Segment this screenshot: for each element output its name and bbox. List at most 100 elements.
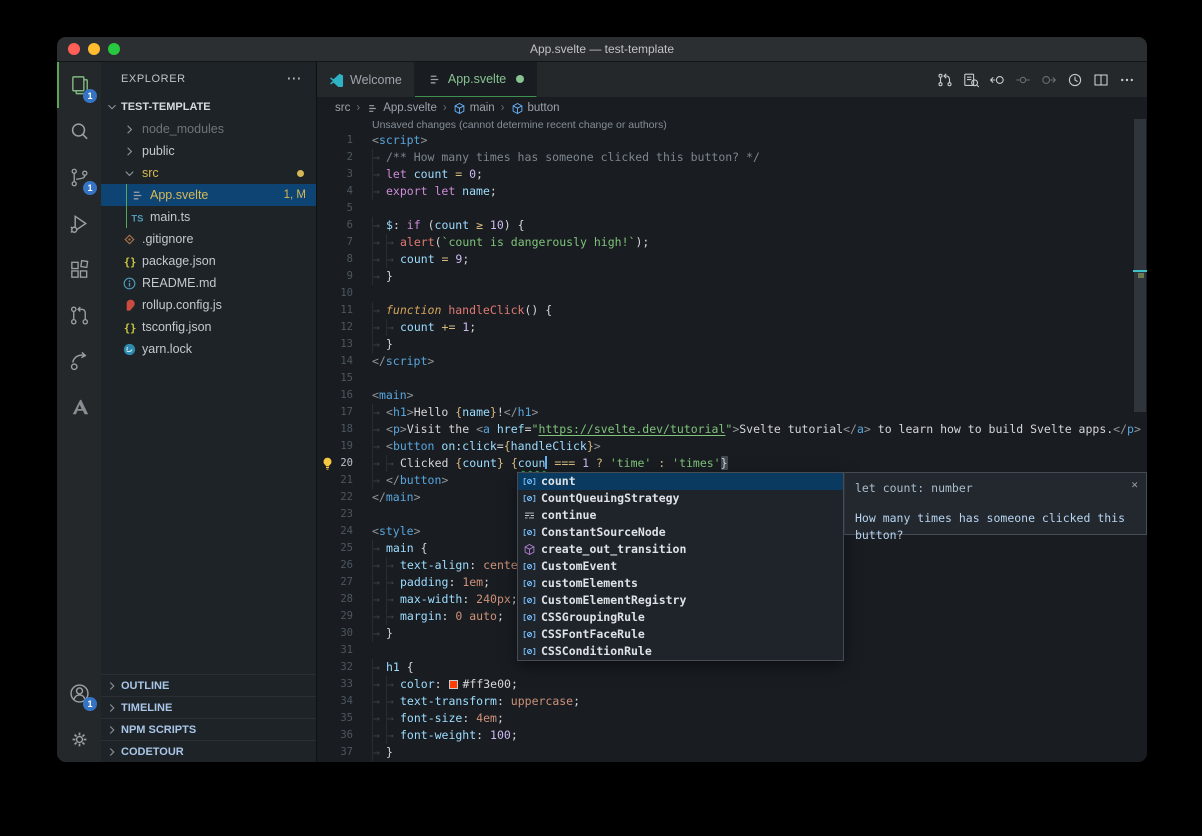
file-tree: node_modulespublicsrcApp.svelte1, MTSmai… xyxy=(101,118,316,360)
tree-item-.gitignore[interactable]: .gitignore xyxy=(101,228,316,250)
breadcrumb-item-src[interactable]: src xyxy=(335,102,350,114)
sidebar-section-timeline[interactable]: TIMELINE xyxy=(101,696,316,718)
more-actions-action[interactable] xyxy=(1119,72,1135,88)
tree-item-rollup.config.js[interactable]: rollup.config.js xyxy=(101,294,316,316)
activity-bar-item-search[interactable] xyxy=(57,108,101,154)
current-position-action[interactable] xyxy=(1015,72,1031,88)
minimize-window-button[interactable] xyxy=(88,43,100,55)
suggestion-item-continue[interactable]: continue xyxy=(518,507,843,524)
codelens-annotation[interactable]: Unsaved changes (cannot determine recent… xyxy=(317,119,1147,132)
code-token: < xyxy=(372,133,379,147)
section-label: OUTLINE xyxy=(121,680,169,692)
code-line[interactable]: 17→<h1>Hello {name}!</h1> xyxy=(317,404,1147,421)
code-line[interactable]: 3→let count = 0; xyxy=(317,166,1147,183)
sidebar-section-npm-scripts[interactable]: NPM SCRIPTS xyxy=(101,718,316,740)
code-line[interactable]: 32→h1 { xyxy=(317,659,1147,676)
editor-scrollbar[interactable] xyxy=(1133,119,1147,762)
code-line[interactable]: 9→} xyxy=(317,268,1147,285)
tree-item-App.svelte[interactable]: App.svelte1, M xyxy=(101,184,316,206)
navigate-back-action[interactable] xyxy=(989,72,1005,88)
suggestion-item-CustomEvent[interactable]: CustomEvent xyxy=(518,558,843,575)
indent-marker: → xyxy=(372,421,386,438)
suggestion-item-CSSConditionRule[interactable]: CSSConditionRule xyxy=(518,643,843,660)
code-line[interactable]: 8→→count = 9; xyxy=(317,251,1147,268)
suggestion-item-CSSFontFaceRule[interactable]: CSSFontFaceRule xyxy=(518,626,843,643)
quick-fix-lightbulb-icon[interactable] xyxy=(320,456,335,471)
tree-item-src[interactable]: src xyxy=(101,162,316,184)
activity-bar-item-azure[interactable] xyxy=(57,384,101,430)
activity-bar-item-explorer[interactable]: 1 xyxy=(57,62,101,108)
suggestion-item-create_out_transition[interactable]: create_out_transition xyxy=(518,541,843,558)
code-line[interactable]: 16<main> xyxy=(317,387,1147,404)
compare-changes-action[interactable] xyxy=(937,72,953,88)
breadcrumb-item-main[interactable]: main xyxy=(453,102,495,115)
activity-bar-item-accounts[interactable]: 1 xyxy=(57,670,101,716)
tree-item-main.ts[interactable]: TSmain.ts xyxy=(101,206,316,228)
tree-item-node_modules[interactable]: node_modules xyxy=(101,118,316,140)
code-line[interactable]: 15 xyxy=(317,370,1147,387)
tree-item-yarn.lock[interactable]: yarn.lock xyxy=(101,338,316,360)
code-line[interactable]: 2→/** How many times has someone clicked… xyxy=(317,149,1147,166)
activity-bar-item-extensions[interactable] xyxy=(57,246,101,292)
activity-bar: 1 1 1 xyxy=(57,62,101,762)
code-line[interactable]: 1<script> xyxy=(317,132,1147,149)
code-line[interactable]: 36→→font-weight: 100; xyxy=(317,727,1147,744)
line-content: →/** How many times has someone clicked … xyxy=(353,149,760,166)
code-line[interactable]: 12→→count += 1; xyxy=(317,319,1147,336)
open-preview-action[interactable] xyxy=(963,72,979,88)
run-timings-action[interactable] xyxy=(1067,72,1083,88)
activity-bar-item-run-debug[interactable] xyxy=(57,200,101,246)
suggestion-item-CustomElementRegistry[interactable]: CustomElementRegistry xyxy=(518,592,843,609)
suggestion-item-customElements[interactable]: customElements xyxy=(518,575,843,592)
suggestion-item-CountQueuingStrategy[interactable]: CountQueuingStrategy xyxy=(518,490,843,507)
activity-bar-item-github-pull-requests[interactable] xyxy=(57,292,101,338)
code-line[interactable]: 13→} xyxy=(317,336,1147,353)
code-line[interactable]: 33→→color: #ff3e00; xyxy=(317,676,1147,693)
folder-section-header[interactable]: TEST-TEMPLATE xyxy=(101,96,316,118)
breadcrumb-item-App.svelte[interactable]: App.svelte xyxy=(366,102,437,115)
tree-item-README.md[interactable]: README.md xyxy=(101,272,316,294)
line-number: 13 xyxy=(317,336,353,353)
code-line[interactable]: 20→→Clicked {count} {coun === 1 ? 'time'… xyxy=(317,455,1147,472)
tree-item-tsconfig.json[interactable]: {}tsconfig.json xyxy=(101,316,316,338)
sidebar-more-actions-button[interactable]: ⋯ xyxy=(286,74,302,84)
activity-bar-item-live-share[interactable] xyxy=(57,338,101,384)
scrollbar-slider[interactable] xyxy=(1134,119,1146,412)
code-line[interactable]: 19→<button on:click={handleClick}> xyxy=(317,438,1147,455)
code-line[interactable]: 7→→alert(`count is dangerously high!`); xyxy=(317,234,1147,251)
activity-bar-item-source-control[interactable]: 1 xyxy=(57,154,101,200)
azure24-icon xyxy=(68,396,91,419)
code-line[interactable]: 35→→font-size: 4em; xyxy=(317,710,1147,727)
navigate-forward-action[interactable] xyxy=(1041,72,1057,88)
code-line[interactable]: 18→<p>Visit the <a href="https://svelte.… xyxy=(317,421,1147,438)
activity-bar-item-settings[interactable] xyxy=(57,716,101,762)
close-window-button[interactable] xyxy=(68,43,80,55)
code-line[interactable]: 11→function handleClick() { xyxy=(317,302,1147,319)
tree-item-package.json[interactable]: {}package.json xyxy=(101,250,316,272)
code-line[interactable]: 37→} xyxy=(317,744,1147,761)
indent-marker: → xyxy=(386,234,400,251)
suggestion-item-ConstantSourceNode[interactable]: ConstantSourceNode xyxy=(518,524,843,541)
zoom-window-button[interactable] xyxy=(108,43,120,55)
tab-App.svelte[interactable]: App.svelte xyxy=(415,62,537,97)
titlebar[interactable]: App.svelte — test-template xyxy=(57,37,1147,62)
chev-r-icon xyxy=(121,121,137,137)
code-line[interactable]: 4→export let name; xyxy=(317,183,1147,200)
code-line[interactable]: 14</script> xyxy=(317,353,1147,370)
split-editor-action[interactable] xyxy=(1093,72,1109,88)
breadcrumb-item-button[interactable]: button xyxy=(511,102,560,115)
code-editor[interactable]: Unsaved changes (cannot determine recent… xyxy=(317,119,1147,762)
code-line[interactable]: 10 xyxy=(317,285,1147,302)
tab-Welcome[interactable]: Welcome xyxy=(317,62,415,97)
code-line[interactable]: 34→→text-transform: uppercase; xyxy=(317,693,1147,710)
suggestion-item-CSSGroupingRule[interactable]: CSSGroupingRule xyxy=(518,609,843,626)
sidebar-section-codetour[interactable]: CODETOUR xyxy=(101,740,316,762)
code-line[interactable]: 6→$: if (count ≥ 10) { xyxy=(317,217,1147,234)
sidebar-section-outline[interactable]: OUTLINE xyxy=(101,674,316,696)
close-icon[interactable]: ✕ xyxy=(1131,476,1138,493)
code-token: ; xyxy=(490,184,497,198)
tree-item-public[interactable]: public xyxy=(101,140,316,162)
suggestion-item-count[interactable]: count xyxy=(518,473,843,490)
line-content: →main { xyxy=(353,540,428,557)
code-line[interactable]: 5 xyxy=(317,200,1147,217)
